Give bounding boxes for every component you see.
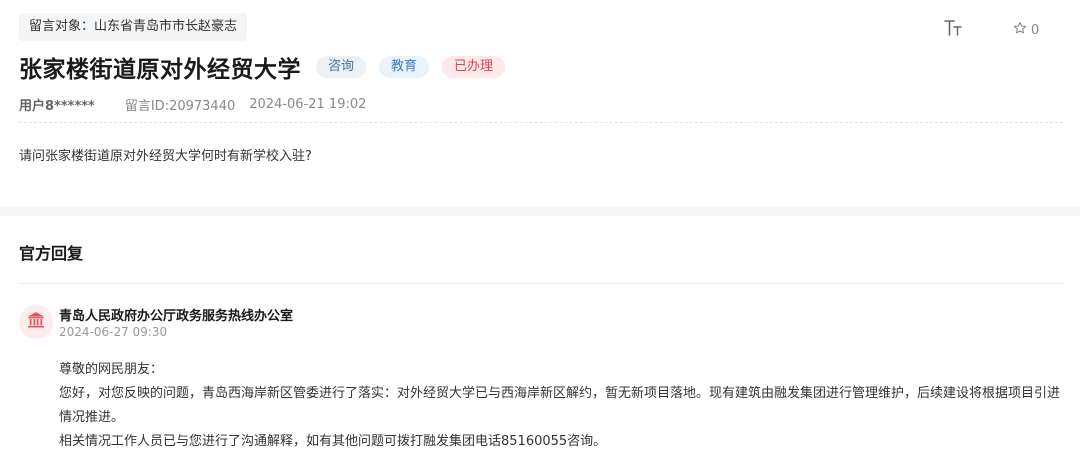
government-building-icon: [26, 310, 46, 334]
message-user: 用户8******: [19, 98, 95, 114]
message-id: 留言ID:20973440: [124, 98, 236, 114]
star-outline-icon: [1013, 21, 1027, 39]
category-badge-consult: 咨询: [316, 56, 367, 78]
title-row: 张家楼街道原对外经贸大学 咨询 教育 已办理: [19, 50, 506, 84]
message-card: 留言对象：山东省青岛市市长赵豪志 0 张家楼街道原对外经贸大学 咨询 教育 已办…: [0, 0, 1080, 206]
favorite-button[interactable]: 0: [1013, 20, 1039, 40]
font-size-icon: [942, 18, 964, 40]
reply-time: 2024-06-27 09:30: [59, 325, 168, 339]
reply-paragraph: 您好，对您反映的问题，青岛西海岸新区管委进行了落实：对外经贸大学已与西海岸新区解…: [59, 386, 1061, 425]
reply-paragraph: 相关情况工作人员已与您进行了沟通解释，如有其他问题可拨打融发集团电话851600…: [59, 434, 607, 449]
reply-body: 尊敬的网民朋友： 您好，对您反映的问题，青岛西海岸新区管委进行了落实：对外经贸大…: [59, 358, 1069, 454]
section-separator: [0, 206, 1080, 216]
category-badge-education: 教育: [379, 56, 430, 78]
message-meta: 用户8****** 留言ID:20973440 2024-06-21 19:02: [19, 94, 366, 114]
favorite-count: 0: [1031, 22, 1040, 38]
message-time: 2024-06-21 19:02: [249, 96, 367, 112]
reply-heading: 官方回复: [19, 244, 84, 263]
page-title: 张家楼街道原对外经贸大学: [19, 57, 301, 83]
divider: [19, 122, 1063, 123]
font-size-button[interactable]: [942, 18, 964, 40]
message-question: 请问张家楼街道原对外经贸大学何时有新学校入驻?: [19, 149, 312, 164]
reply-greeting: 尊敬的网民朋友：: [59, 362, 164, 377]
page: 留言对象：山东省青岛市市长赵豪志 0 张家楼街道原对外经贸大学 咨询 教育 已办…: [0, 0, 1080, 472]
avatar: [19, 305, 53, 339]
reply-org-name: 青岛人民政府办公厅政务服务热线办公室: [59, 309, 294, 324]
message-target-tag: 留言对象：山东省青岛市市长赵豪志: [19, 13, 248, 41]
status-badge: 已办理: [442, 56, 506, 78]
divider: [19, 283, 1063, 284]
